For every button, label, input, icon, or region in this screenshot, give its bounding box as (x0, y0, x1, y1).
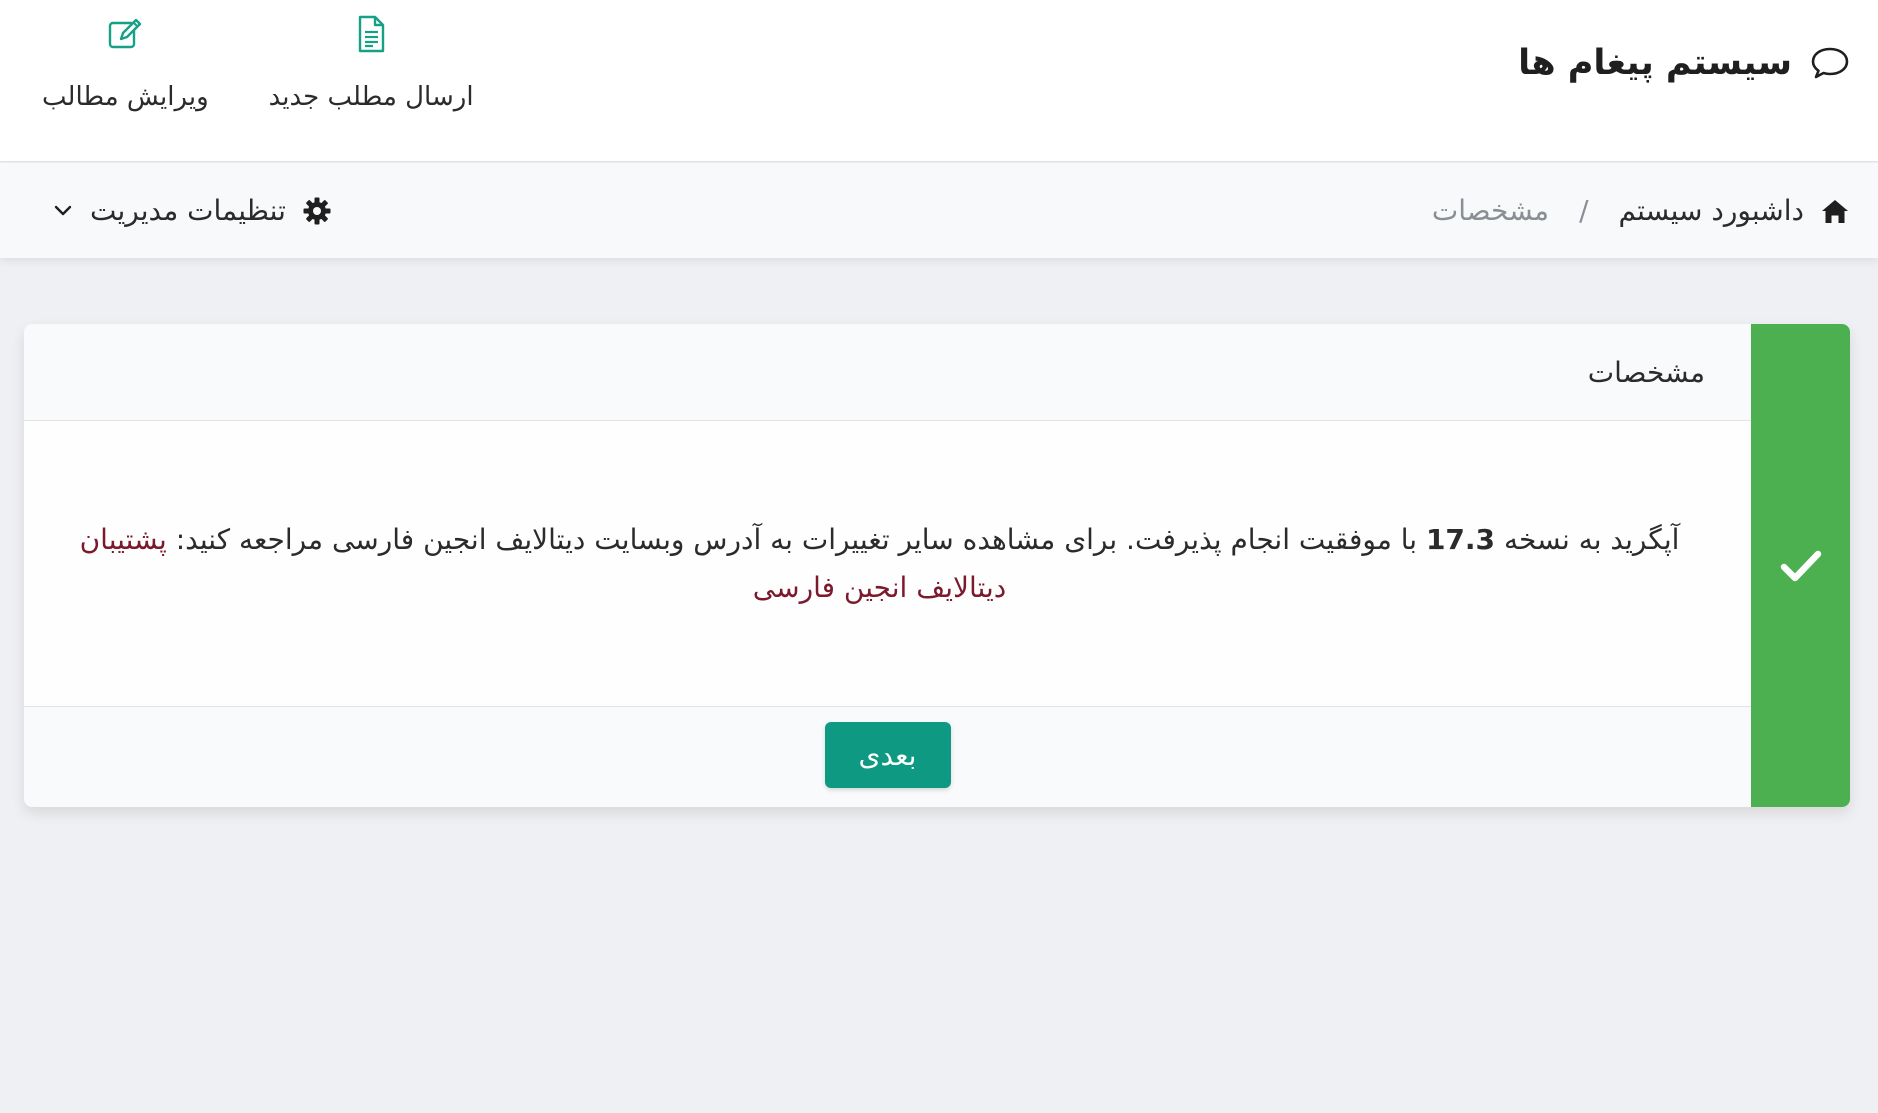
chevron-down-icon (54, 205, 72, 215)
file-text-icon (358, 15, 385, 53)
next-button[interactable]: بعدی (824, 722, 951, 788)
edit-posts-label: ویرایش مطالب (42, 82, 209, 112)
breadcrumb: داشبورد سیستم / مشخصات (1432, 163, 1850, 258)
card-title: مشخصات (24, 324, 1751, 421)
breadcrumb-current: مشخصات (1431, 194, 1550, 227)
status-card: مشخصات آپگرید به نسخه 17.3 با موفقیت انج… (24, 324, 1850, 807)
success-sidebar (1751, 324, 1850, 807)
top-header: سیستم پیغام ها ویرایش مطالب ارسال مطلب ج… (0, 0, 1878, 162)
message-after: با موفقیت انجام پذیرفت. برای مشاهده سایر… (166, 522, 1426, 556)
card-body: آپگرید به نسخه 17.3 با موفقیت انجام پذیر… (24, 421, 1751, 707)
new-post-action[interactable]: ارسال مطلب جدید (269, 14, 474, 112)
breadcrumb-bar: داشبورد سیستم / مشخصات تنظیمات مدیریت (0, 163, 1878, 258)
new-post-label: ارسال مطلب جدید (268, 82, 474, 112)
breadcrumb-home-link[interactable]: داشبورد سیستم (1619, 194, 1805, 227)
app-title: سیستم پیغام ها (1518, 43, 1792, 83)
gear-icon (303, 197, 331, 224)
message-before: آپگرید به نسخه (1495, 522, 1680, 556)
version-number: 17.3 (1425, 522, 1496, 556)
brand[interactable]: سیستم پیغام ها (1518, 38, 1850, 88)
breadcrumb-separator: / (1579, 194, 1589, 227)
quick-actions: ویرایش مطالب ارسال مطلب جدید (42, 14, 474, 112)
speech-bubble-icon (1811, 47, 1849, 79)
edit-icon (109, 18, 142, 49)
check-icon (1780, 550, 1822, 582)
card-footer: بعدی (24, 707, 1751, 807)
admin-settings-label: تنظیمات مدیریت (90, 194, 286, 227)
upgrade-message: آپگرید به نسخه 17.3 با موفقیت انجام پذیر… (74, 516, 1685, 612)
home-icon[interactable] (1820, 197, 1850, 225)
admin-settings-menu[interactable]: تنظیمات مدیریت (52, 163, 332, 258)
edit-posts-action[interactable]: ویرایش مطالب (42, 14, 209, 112)
